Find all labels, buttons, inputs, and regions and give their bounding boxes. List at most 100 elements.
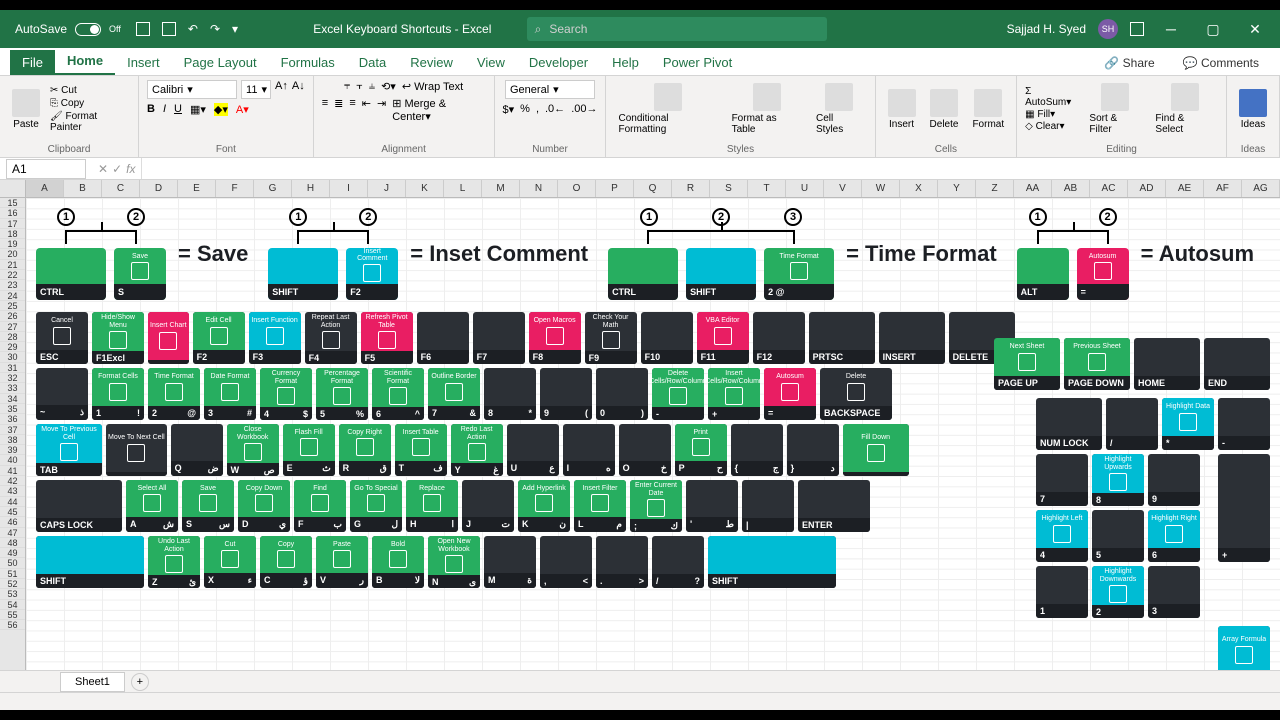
align-top-icon[interactable]: ⫧ xyxy=(344,80,350,93)
column-header[interactable]: G xyxy=(254,180,292,197)
redo-icon[interactable]: ↷ xyxy=(210,22,220,36)
fill-color-button[interactable]: ◆▾ xyxy=(214,103,228,116)
wrap-text-button[interactable]: ↩ Wrap Text xyxy=(402,80,463,93)
row-header[interactable]: 53 xyxy=(0,589,25,599)
tab-insert[interactable]: Insert xyxy=(115,50,172,75)
tab-power-pivot[interactable]: Power Pivot xyxy=(651,50,744,75)
column-header[interactable]: B xyxy=(64,180,102,197)
cut-button[interactable]: ✂ Cut xyxy=(50,85,130,96)
italic-button[interactable]: I xyxy=(163,103,166,116)
row-header[interactable]: 28 xyxy=(0,332,25,342)
column-header[interactable]: AD xyxy=(1128,180,1166,197)
column-header[interactable]: D xyxy=(140,180,178,197)
column-header[interactable]: Q xyxy=(634,180,672,197)
row-header[interactable]: 18 xyxy=(0,229,25,239)
row-header[interactable]: 29 xyxy=(0,342,25,352)
add-sheet-button[interactable]: + xyxy=(131,673,149,691)
tab-home[interactable]: Home xyxy=(55,48,115,75)
row-header[interactable]: 23 xyxy=(0,280,25,290)
name-box[interactable]: A1 xyxy=(6,159,86,179)
row-header[interactable]: 15 xyxy=(0,198,25,208)
column-header[interactable]: AA xyxy=(1014,180,1052,197)
row-header[interactable]: 30 xyxy=(0,352,25,362)
font-size-dropdown[interactable]: 11▾ xyxy=(241,80,271,99)
row-header[interactable]: 32 xyxy=(0,373,25,383)
conditional-formatting-button[interactable]: Conditional Formatting xyxy=(614,81,721,137)
column-header[interactable]: W xyxy=(862,180,900,197)
row-header[interactable]: 25 xyxy=(0,301,25,311)
column-header[interactable]: U xyxy=(786,180,824,197)
autosave-toggle[interactable] xyxy=(75,23,101,36)
row-header[interactable]: 17 xyxy=(0,219,25,229)
row-header[interactable]: 56 xyxy=(0,620,25,630)
row-header[interactable]: 27 xyxy=(0,322,25,332)
row-header[interactable]: 40 xyxy=(0,455,25,465)
tab-formulas[interactable]: Formulas xyxy=(269,50,347,75)
row-header[interactable]: 35 xyxy=(0,404,25,414)
column-header[interactable]: P xyxy=(596,180,634,197)
search-input[interactable]: ⌕ Search xyxy=(527,17,827,41)
avatar[interactable]: SH xyxy=(1098,19,1118,39)
maximize-button[interactable]: ▢ xyxy=(1198,14,1228,44)
underline-button[interactable]: U xyxy=(174,103,182,116)
row-header[interactable]: 48 xyxy=(0,538,25,548)
column-header[interactable]: L xyxy=(444,180,482,197)
select-all-corner[interactable] xyxy=(0,180,26,197)
fx-icon[interactable]: fx xyxy=(126,162,135,176)
column-header[interactable]: R xyxy=(672,180,710,197)
insert-cells-button[interactable]: Insert xyxy=(884,87,920,132)
row-header[interactable]: 21 xyxy=(0,260,25,270)
column-header[interactable]: C xyxy=(102,180,140,197)
bold-button[interactable]: B xyxy=(147,103,155,116)
close-button[interactable]: ✕ xyxy=(1240,14,1270,44)
row-header[interactable]: 44 xyxy=(0,497,25,507)
column-header[interactable]: AC xyxy=(1090,180,1128,197)
orientation-icon[interactable]: ⟲▾ xyxy=(381,80,396,93)
format-as-table-button[interactable]: Format as Table xyxy=(728,81,806,137)
column-header[interactable]: K xyxy=(406,180,444,197)
row-header[interactable]: 26 xyxy=(0,311,25,321)
row-header[interactable]: 45 xyxy=(0,507,25,517)
border-button[interactable]: ▦▾ xyxy=(190,103,206,116)
row-header[interactable]: 36 xyxy=(0,414,25,424)
row-header[interactable]: 47 xyxy=(0,528,25,538)
tab-review[interactable]: Review xyxy=(398,50,465,75)
column-header[interactable]: A xyxy=(26,180,64,197)
column-header[interactable]: E xyxy=(178,180,216,197)
column-header[interactable]: AB xyxy=(1052,180,1090,197)
row-header[interactable]: 33 xyxy=(0,383,25,393)
user-name[interactable]: Sajjad H. Syed xyxy=(1007,22,1086,36)
find-select-button[interactable]: Find & Select xyxy=(1151,81,1218,137)
format-painter-button[interactable]: 🖌 Format Painter xyxy=(50,111,130,133)
format-cells-button[interactable]: Format xyxy=(968,87,1008,132)
row-header[interactable]: 50 xyxy=(0,558,25,568)
column-header[interactable]: I xyxy=(330,180,368,197)
comments-button[interactable]: 💬 Comments xyxy=(1172,51,1270,75)
tab-data[interactable]: Data xyxy=(347,50,398,75)
column-header[interactable]: S xyxy=(710,180,748,197)
share-button[interactable]: 🔗 Share xyxy=(1093,51,1165,75)
row-header[interactable]: 22 xyxy=(0,270,25,280)
cell-styles-button[interactable]: Cell Styles xyxy=(812,81,867,137)
tab-help[interactable]: Help xyxy=(600,50,651,75)
column-header[interactable]: N xyxy=(520,180,558,197)
number-format-dropdown[interactable]: General▾ xyxy=(505,80,595,99)
row-header[interactable]: 20 xyxy=(0,249,25,259)
row-header[interactable]: 41 xyxy=(0,466,25,476)
column-header[interactable]: Y xyxy=(938,180,976,197)
row-header[interactable]: 54 xyxy=(0,600,25,610)
row-header[interactable]: 19 xyxy=(0,239,25,249)
row-header[interactable]: 34 xyxy=(0,394,25,404)
row-header[interactable]: 43 xyxy=(0,486,25,496)
font-color-button[interactable]: A▾ xyxy=(236,103,249,116)
qat-dropdown-icon[interactable]: ▾ xyxy=(232,22,238,36)
increase-font-icon[interactable]: A↑ xyxy=(275,80,288,99)
row-header[interactable]: 24 xyxy=(0,291,25,301)
merge-button[interactable]: ⊞ Merge & Center▾ xyxy=(392,97,485,123)
column-header[interactable]: M xyxy=(482,180,520,197)
column-header[interactable]: AF xyxy=(1204,180,1242,197)
font-name-dropdown[interactable]: Calibri▾ xyxy=(147,80,237,99)
row-header[interactable]: 52 xyxy=(0,579,25,589)
tab-file[interactable]: File xyxy=(10,50,55,75)
delete-cells-button[interactable]: Delete xyxy=(926,87,963,132)
